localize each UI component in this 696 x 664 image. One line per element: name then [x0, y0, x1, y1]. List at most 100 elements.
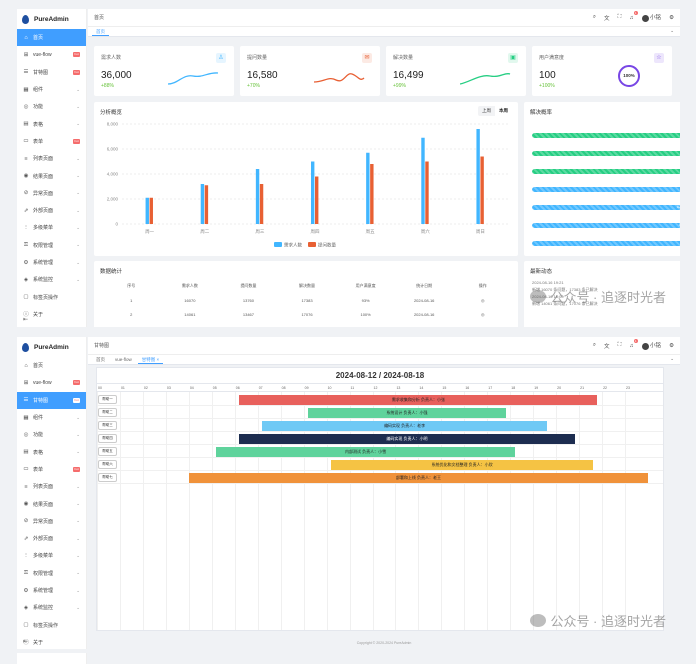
bar-周四-1[interactable]	[315, 176, 319, 225]
sidebar-item[interactable]: ≡ 列表页面 ⌄	[17, 478, 86, 495]
gantt-bar[interactable]: 内部测试 负责人：小雪	[216, 446, 515, 457]
tab-home[interactable]: 首页	[92, 356, 109, 364]
column-header[interactable]: 解决数量	[278, 283, 337, 289]
legend-label[interactable]: 提问数量	[318, 242, 336, 249]
bar-周一-1[interactable]	[149, 197, 153, 224]
column-header[interactable]: 序号	[102, 283, 161, 289]
gear-icon[interactable]: ⚙	[669, 343, 674, 349]
user-menu[interactable]: 小铭	[641, 13, 661, 22]
row-button[interactable]: 帮助五	[98, 447, 117, 456]
bar-周三-0[interactable]	[255, 169, 260, 224]
breadcrumb[interactable]: 甘特图	[94, 342, 109, 349]
sidebar-item[interactable]: ⌂ 首页	[17, 357, 86, 374]
collapse-icon[interactable]: ⇤	[23, 316, 28, 323]
sidebar-item[interactable]: ◉ 结果页面 ⌄	[17, 495, 86, 512]
sidebar-item[interactable]: ⊘ 异常页面 ⌄	[17, 185, 86, 202]
user-menu[interactable]: 小铭	[641, 341, 661, 350]
sidebar-item[interactable]: ⊞ vue-flow hot	[17, 374, 86, 391]
app-logo[interactable]: PureAdmin	[17, 9, 86, 29]
translate-icon[interactable]: 文	[604, 342, 610, 350]
sidebar-item[interactable]: ▭ 表单 hot	[17, 461, 86, 478]
sidebar-item[interactable]: ▤ 表格 ⌄	[17, 115, 86, 132]
sidebar-item[interactable]: ⋮ 多级菜单 ⌄	[17, 547, 86, 564]
hour-label: 11	[350, 386, 355, 390]
gantt-bar[interactable]: 部署和上线 负责人：老王	[188, 472, 648, 483]
tab-home[interactable]: 首页	[92, 28, 109, 36]
sidebar-item[interactable]: ☰ 甘特图 hot	[17, 64, 86, 81]
sidebar-item[interactable]: ◎ 功能 ⌄	[17, 426, 86, 443]
bar-周四-0[interactable]	[311, 161, 315, 225]
fullscreen-icon[interactable]: ⛶	[618, 342, 622, 349]
bar-周六-1[interactable]	[425, 161, 429, 225]
chevron-down-icon[interactable]: ⌄	[670, 28, 674, 34]
legend-label[interactable]: 需求人数	[284, 242, 302, 249]
bar-周三-1[interactable]	[259, 184, 264, 224]
bar-周日-1[interactable]	[480, 156, 484, 225]
sidebar-item[interactable]: ▢ 标签页操作	[17, 288, 86, 305]
sidebar-item[interactable]: ◉ 结果页面 ⌄	[17, 167, 86, 184]
gantt-bar[interactable]: 编码实现 负责人：小明	[239, 433, 575, 444]
sidebar-item[interactable]: ≡ 列表页面 ⌄	[17, 150, 86, 167]
bar-周一-0[interactable]	[145, 197, 149, 224]
sidebar-item[interactable]: ⚿ 权限管理 ⌄	[17, 237, 86, 254]
column-header[interactable]: 需求人数	[161, 283, 220, 289]
bar-周二-1[interactable]	[204, 185, 209, 224]
sidebar-item[interactable]: ☰ 甘特图 hot	[17, 391, 86, 409]
row-button[interactable]: 帮助一	[98, 395, 117, 404]
gear-icon[interactable]: ⚙	[669, 15, 674, 21]
gantt-bar[interactable]: 编码实现 负责人：老李	[262, 420, 547, 431]
search-icon[interactable]: ⌕	[593, 342, 596, 349]
sidebar-item[interactable]: ⋮ 多级菜单 ⌄	[17, 219, 86, 236]
tab-vue-flow[interactable]: vue-flow	[111, 356, 136, 364]
search-icon[interactable]: ⌕	[593, 14, 596, 21]
breadcrumb[interactable]: 首页	[94, 14, 104, 21]
sidebar-item[interactable]: ▢ 标签页操作	[17, 616, 86, 633]
row-button[interactable]: 帮助三	[98, 421, 117, 430]
row-button[interactable]: 帮助四	[98, 434, 117, 443]
sidebar-item[interactable]: ⊞ vue-flow hot	[17, 46, 86, 63]
bar-周五-1[interactable]	[370, 164, 374, 224]
bell-icon[interactable]: ♫ 1	[629, 10, 638, 21]
column-header[interactable]: 统计日期	[395, 283, 454, 289]
stat-percent: +99%	[393, 83, 406, 89]
bar-周日-0[interactable]	[476, 129, 480, 224]
app-logo[interactable]: PureAdmin	[17, 337, 86, 357]
sidebar-item[interactable]: ▦ 组件 ⌄	[17, 409, 86, 426]
legend-swatch[interactable]	[274, 242, 282, 247]
chevron-down-icon[interactable]: ⌄	[670, 356, 674, 362]
sidebar-item[interactable]: ⊘ 异常页面 ⌄	[17, 513, 86, 530]
notification-badge: 1	[633, 338, 638, 343]
gantt-bar[interactable]: 系统优化和文档整理 负责人：小欣	[331, 459, 593, 470]
gantt-bar[interactable]: 系统设计 负责人：小强	[308, 407, 506, 418]
bar-周二-0[interactable]	[200, 184, 205, 224]
sidebar-item[interactable]: ◈ 系统监控 ⌄	[17, 271, 86, 288]
row-button[interactable]: 帮助七	[98, 473, 117, 482]
sidebar-item[interactable]: ⚿ 权限管理 ⌄	[17, 565, 86, 582]
translate-icon[interactable]: 文	[604, 14, 610, 22]
legend-swatch[interactable]	[308, 242, 316, 247]
row-button[interactable]: 帮助六	[98, 460, 117, 469]
table-cell[interactable]: ◎	[453, 312, 512, 317]
bell-icon[interactable]: ♫ 1	[629, 338, 638, 349]
row-button[interactable]: 帮助二	[98, 408, 117, 417]
collapse-icon[interactable]: ⇤	[23, 638, 28, 645]
tab-gantt[interactable]: 甘特图 ×	[137, 356, 164, 364]
table-cell[interactable]: ◎	[453, 298, 512, 303]
sidebar-item[interactable]: ⇗ 外部页面 ⌄	[17, 202, 86, 219]
sidebar-item[interactable]: ⚙ 系统管理 ⌄	[17, 254, 86, 271]
sidebar-item[interactable]: ⚙ 系统管理 ⌄	[17, 582, 86, 599]
bar-周五-0[interactable]	[366, 152, 370, 224]
sidebar-item[interactable]: ⌂ 首页	[17, 29, 86, 47]
bar-周六-0[interactable]	[421, 137, 425, 224]
sidebar-item[interactable]: ◎ 功能 ⌄	[17, 98, 86, 115]
sidebar-item[interactable]: ▭ 表单 hot	[17, 133, 86, 150]
column-header[interactable]: 操作	[453, 283, 512, 289]
sidebar-item[interactable]: ◈ 系统监控 ⌄	[17, 599, 86, 616]
column-header[interactable]: 提问数量	[219, 283, 278, 289]
sidebar-item[interactable]: ▦ 组件 ⌄	[17, 81, 86, 98]
sidebar-item[interactable]: ▤ 表格 ⌄	[17, 443, 86, 460]
column-header[interactable]: 用户满意度	[336, 283, 395, 289]
fullscreen-icon[interactable]: ⛶	[618, 14, 622, 21]
sidebar-item[interactable]: ⇗ 外部页面 ⌄	[17, 530, 86, 547]
gantt-bar[interactable]: 需求收集和分析 负责人：小张	[239, 394, 598, 405]
